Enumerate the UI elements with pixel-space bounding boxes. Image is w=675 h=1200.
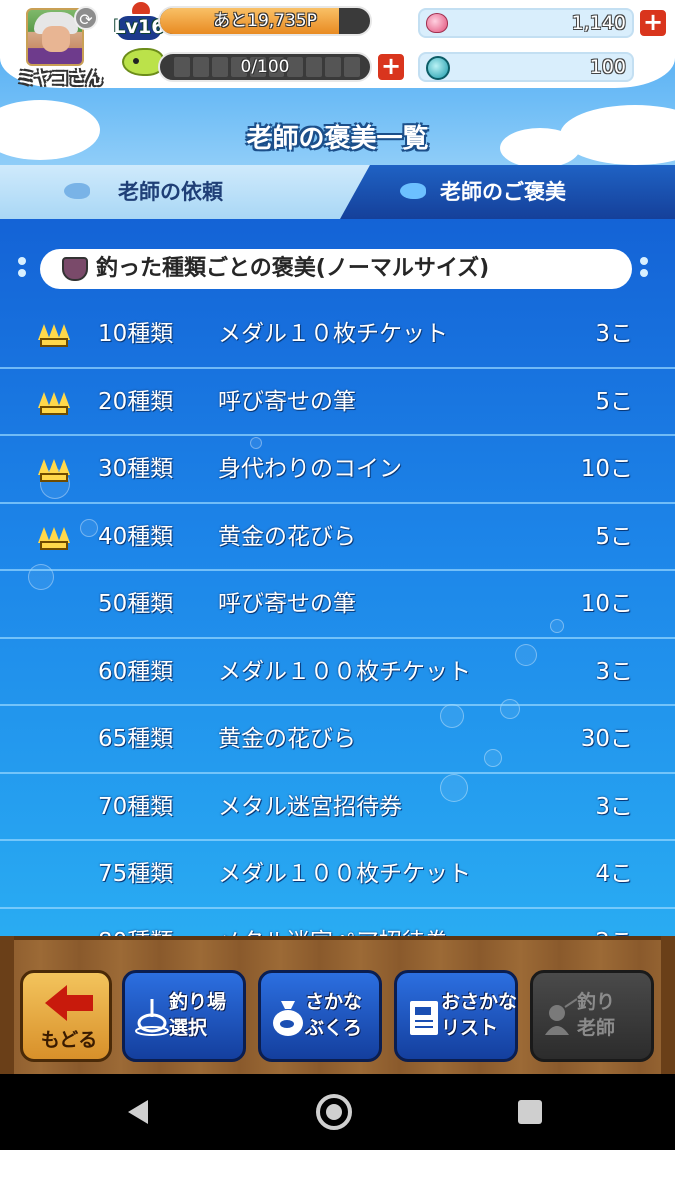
fish-bag-button[interactable]: さかな ぶくろ <box>258 970 382 1062</box>
fishing-teacher-label: 釣り 老師 <box>577 991 616 1039</box>
reward-quantity: 30こ <box>580 726 633 752</box>
fish-capacity-bar: 0/100 <box>158 52 372 82</box>
reward-item-name: 呼び寄せの筆 <box>218 591 356 617</box>
header: ⟳ ミヤコさん Lv16 あと19,735P 0/100 + 1,140 + 1… <box>0 0 675 165</box>
reward-species-count: 75種類 <box>98 861 174 887</box>
fish-list-icon <box>410 1001 438 1035</box>
reward-species-count: 50種類 <box>98 591 174 617</box>
system-nav-bar <box>0 1074 675 1150</box>
reward-row: 70種類 メタル迷宮招待券 3こ <box>0 774 675 841</box>
reward-species-count: 10種類 <box>98 321 174 347</box>
tab-teacher-request[interactable]: 老師の依頼 <box>0 165 350 219</box>
crown-icon <box>38 321 70 347</box>
back-arrow-icon <box>45 985 93 1021</box>
system-home-icon[interactable] <box>316 1094 352 1130</box>
reward-item-name: 呼び寄せの筆 <box>218 388 356 415</box>
reward-species-count: 40種類 <box>98 523 174 550</box>
reward-quantity: 3こ <box>595 321 633 347</box>
gem-icon <box>426 13 448 33</box>
reward-quantity: 3こ <box>595 793 633 820</box>
wood-post <box>0 936 14 1078</box>
reward-row: 65種類 黄金の花びら 30こ <box>0 706 675 774</box>
reward-species-count: 30種類 <box>98 456 174 482</box>
tab-label: 老師のご褒美 <box>440 180 566 204</box>
page-title: 老師の褒美一覧 <box>246 124 429 154</box>
reward-item-name: メタル迷宮招待券 <box>218 793 402 820</box>
back-button[interactable]: もどる <box>20 970 112 1062</box>
reward-item-name: メダル１００枚チケット <box>218 861 471 887</box>
reward-list-area[interactable]: 釣った種類ごとの褒美(ノーマルサイズ) 10種類 メダル１０枚チケット 3こ 20種類… <box>0 219 675 961</box>
crystal-amount: 100 <box>589 56 626 78</box>
reward-species-count: 20種類 <box>98 388 174 415</box>
reward-row: 75種類 メダル１００枚チケット 4こ <box>0 841 675 909</box>
reward-quantity: 5こ <box>595 388 633 415</box>
reward-row: 10種類 メダル１０枚チケット 3こ <box>0 301 675 369</box>
section-title: 釣った種類ごとの褒美(ノーマルサイズ) <box>96 256 490 281</box>
gem-counter: 1,140 <box>418 8 634 38</box>
section-header: 釣った種類ごとの褒美(ノーマルサイズ) <box>40 249 632 289</box>
refresh-icon[interactable]: ⟳ <box>74 6 98 30</box>
fish-icon <box>400 183 426 199</box>
reward-quantity: 10こ <box>580 456 633 482</box>
reward-item-name: メダル１００枚チケット <box>218 658 471 685</box>
crown-icon <box>38 389 70 415</box>
section-dots-right <box>640 257 650 281</box>
add-gems-button[interactable]: + <box>638 8 668 38</box>
reward-rows: 10種類 メダル１０枚チケット 3こ 20種類 呼び寄せの筆 5こ 30種類 身代わりのコイン… <box>0 301 675 961</box>
reward-quantity: 4こ <box>595 861 633 887</box>
reward-item-name: 黄金の花びら <box>218 523 356 550</box>
level-badge: Lv16 <box>106 2 166 44</box>
reward-row: 30種類 身代わりのコイン 10こ <box>0 436 675 504</box>
reward-item-name: メダル１０枚チケット <box>218 321 448 347</box>
exp-progress-bar: あと19,735P <box>158 6 372 36</box>
reward-species-count: 60種類 <box>98 658 174 685</box>
gem-amount: 1,140 <box>571 12 626 34</box>
reward-row: 20種類 呼び寄せの筆 5こ <box>0 369 675 436</box>
fishing-spot-button[interactable]: 釣り場 選択 <box>122 970 246 1062</box>
section-dots-left <box>18 257 28 281</box>
reward-item-name: 黄金の花びら <box>218 726 356 752</box>
reward-row: 50種類 呼び寄せの筆 10こ <box>0 571 675 639</box>
crystal-icon <box>426 56 450 80</box>
crown-icon <box>38 456 70 482</box>
bottom-nav-bar: もどる 釣り場 選択 さかな ぶくろ おさかな リスト 釣り 老師 <box>0 936 675 1078</box>
fish-bag-label: さかな ぶくろ <box>305 991 363 1039</box>
fish-list-button[interactable]: おさかな リスト <box>394 970 518 1062</box>
back-button-label: もどる <box>40 1029 98 1051</box>
crystal-counter: 100 <box>418 52 634 82</box>
tab-label: 老師の依頼 <box>118 180 223 204</box>
system-recents-icon[interactable] <box>518 1100 542 1124</box>
reward-quantity: 5こ <box>595 523 633 550</box>
reward-row: 60種類 メダル１００枚チケット 3こ <box>0 639 675 706</box>
player-name: ミヤコさん <box>17 69 103 89</box>
tab-teacher-reward[interactable]: 老師のご褒美 <box>340 165 675 219</box>
reward-quantity: 10こ <box>580 591 633 617</box>
avatar-face <box>42 26 70 52</box>
tab-bar: 老師の依頼 老師のご褒美 <box>0 165 675 219</box>
fish-list-label: おさかな リスト <box>441 991 518 1039</box>
reward-item-name: 身代わりのコイン <box>218 456 402 482</box>
crown-icon <box>38 524 70 550</box>
system-back-icon[interactable] <box>128 1100 148 1124</box>
fishing-spot-label: 釣り場 選択 <box>169 991 227 1039</box>
reward-quantity: 3こ <box>595 658 633 685</box>
wood-post <box>661 936 675 1078</box>
fishing-float-icon <box>135 999 169 1036</box>
add-fish-capacity-button[interactable]: + <box>376 52 406 82</box>
shield-icon <box>62 257 88 281</box>
fishing-teacher-button[interactable]: 釣り 老師 <box>530 970 654 1062</box>
teacher-icon <box>545 998 577 1035</box>
reward-species-count: 70種類 <box>98 793 174 820</box>
reward-species-count: 65種類 <box>98 726 174 752</box>
fish-icon <box>64 183 90 199</box>
app-screen: ⟳ ミヤコさん Lv16 あと19,735P 0/100 + 1,140 + 1… <box>0 0 675 1150</box>
reward-row: 40種類 黄金の花びら 5こ <box>0 504 675 571</box>
exp-remaining-text: あと19,735P <box>213 11 317 31</box>
fish-bag-icon <box>273 1001 303 1036</box>
fish-capacity-text: 0/100 <box>240 57 290 77</box>
